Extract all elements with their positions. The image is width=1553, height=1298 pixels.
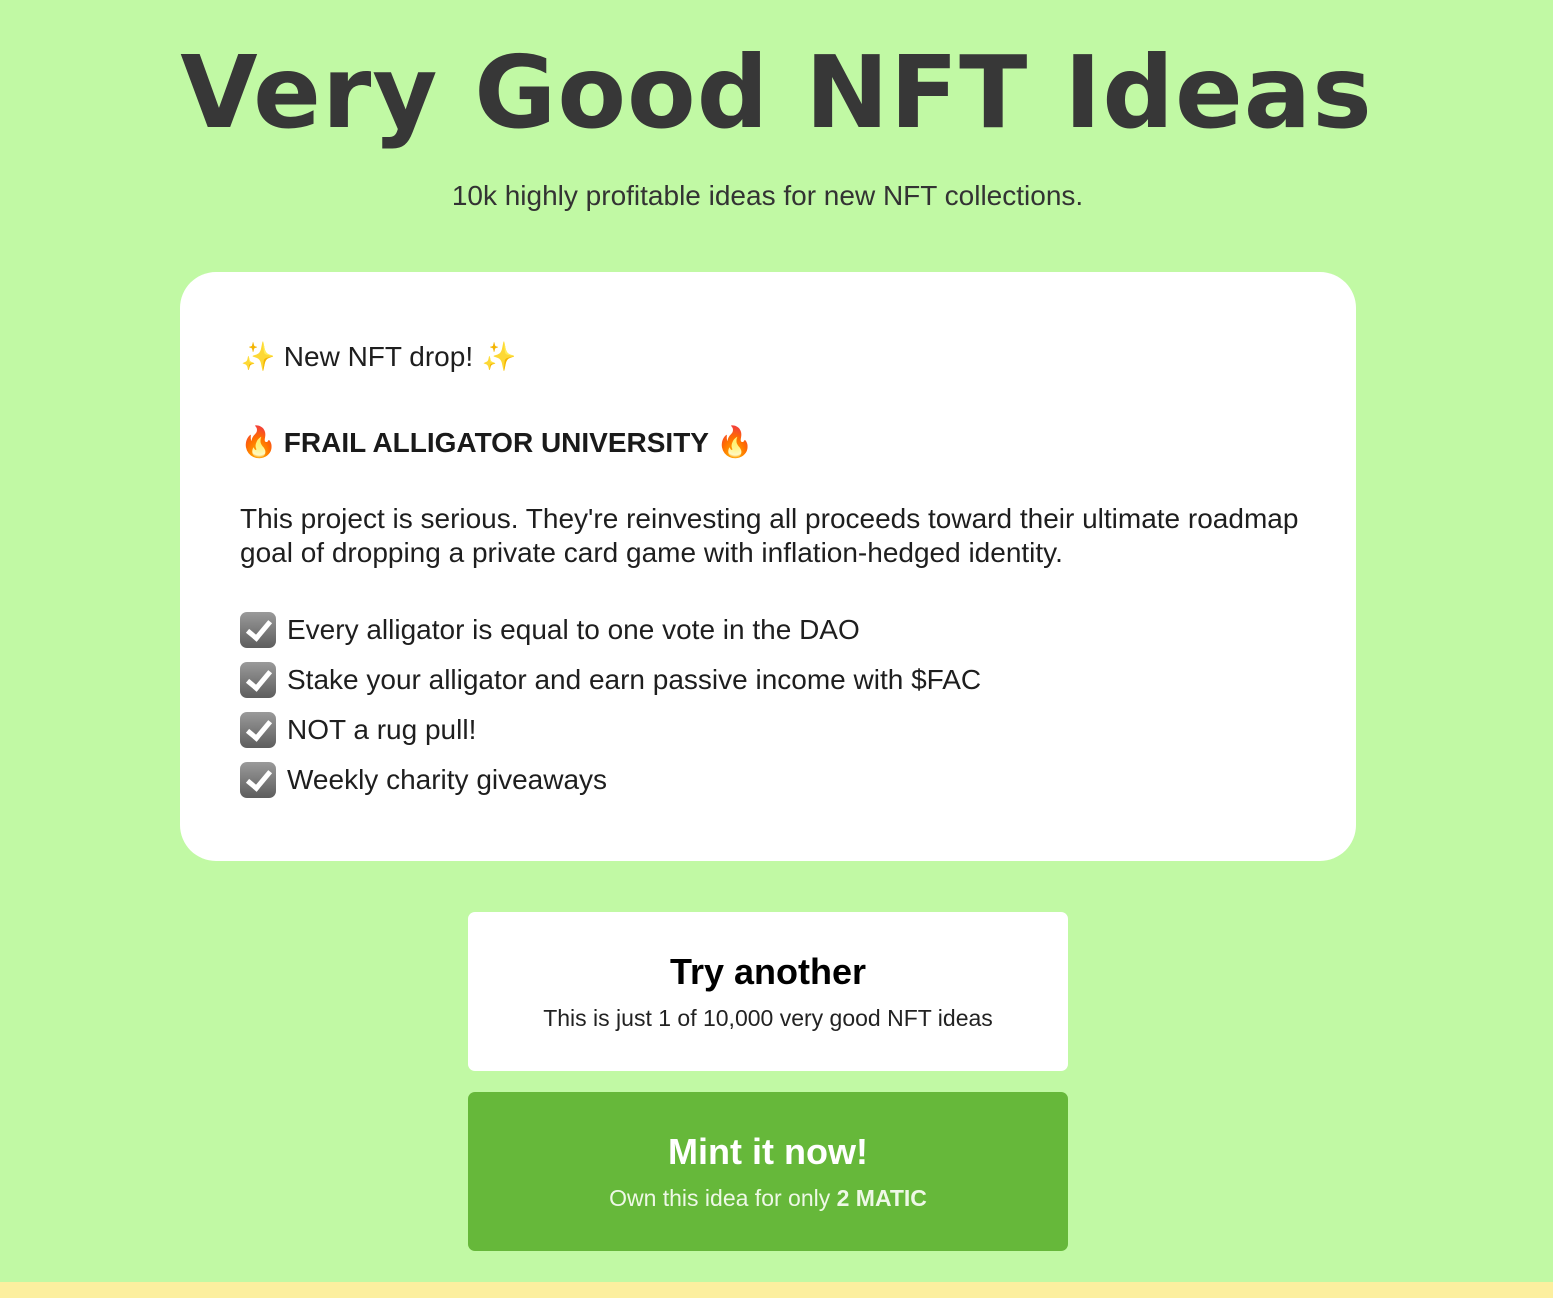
checkbox-checked-icon [240, 762, 276, 798]
feature-item: Stake your alligator and earn passive in… [240, 662, 981, 698]
collection-description: This project is serious. They're reinves… [240, 503, 1299, 568]
page-title: Very Good NFT Ideas [180, 34, 1373, 151]
collection-name: FRAIL ALLIGATOR UNIVERSITY [283, 427, 709, 458]
feature-item: Every alligator is equal to one vote in … [240, 612, 860, 648]
collection-name-line: 🔥 FRAIL ALLIGATOR UNIVERSITY 🔥 [240, 425, 754, 460]
mint-sublabel: Own this idea for only 2 MATIC [468, 1182, 1068, 1214]
drop-label: New NFT drop! [283, 341, 474, 372]
try-another-sublabel: This is just 1 of 10,000 very good NFT i… [543, 1005, 993, 1031]
sparkles-icon: ✨ [481, 340, 517, 373]
try-another-button[interactable]: Try another This is just 1 of 10,000 ver… [468, 912, 1068, 1071]
checkbox-checked-icon [240, 712, 276, 748]
mint-label: Mint it now! [668, 1131, 868, 1172]
feature-text: NOT a rug pull! [287, 714, 477, 745]
page-subtitle: 10k highly profitable ideas for new NFT … [451, 180, 1084, 211]
feature-item: NOT a rug pull! [240, 712, 476, 748]
checkbox-checked-icon [240, 612, 276, 648]
mint-sublabel-text: Own this idea for only [609, 1185, 831, 1211]
fire-icon: 🔥 [240, 425, 278, 460]
feature-text: Stake your alligator and earn passive in… [287, 664, 982, 695]
feature-text: Every alligator is equal to one vote in … [287, 614, 860, 645]
mint-price: 2 MATIC [836, 1185, 927, 1211]
fire-icon: 🔥 [716, 425, 754, 460]
feature-item: Weekly charity giveaways [240, 762, 607, 798]
feature-text: Weekly charity giveaways [287, 764, 608, 795]
sparkles-icon: ✨ [240, 340, 276, 373]
mint-button[interactable]: Mint it now! Own this idea for only 2 MA… [468, 1092, 1068, 1251]
checkbox-checked-icon [240, 662, 276, 698]
try-another-label: Try another [669, 951, 867, 992]
footer-bar [0, 1282, 1553, 1298]
idea-card: ✨ New NFT drop! ✨ 🔥 FRAIL ALLIGATOR UNIV… [180, 272, 1356, 861]
drop-announcement: ✨ New NFT drop! ✨ [240, 340, 517, 374]
